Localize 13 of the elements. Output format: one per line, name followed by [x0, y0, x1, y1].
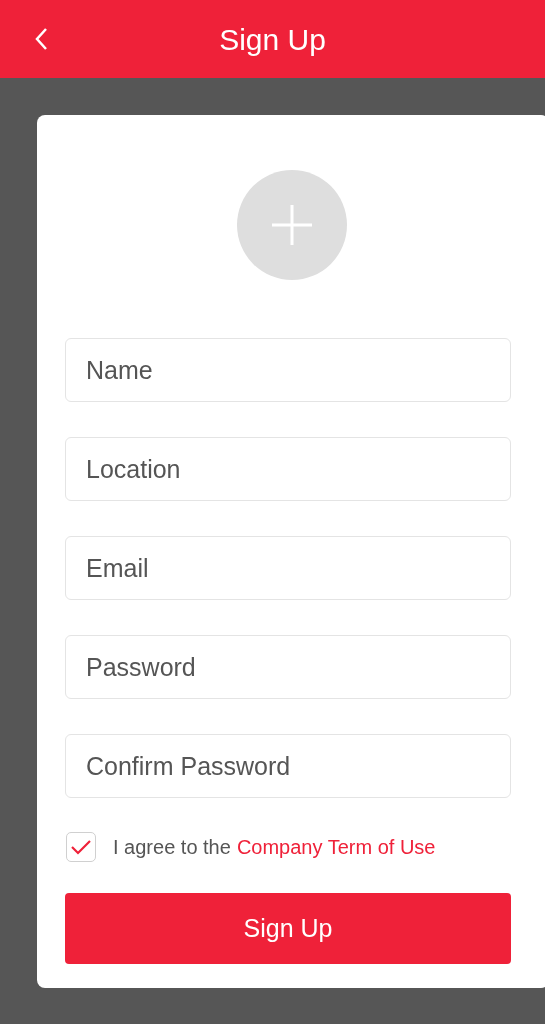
agree-checkbox[interactable]: [66, 832, 96, 862]
input-field[interactable]: Email: [65, 536, 511, 600]
input-field[interactable]: Name: [65, 338, 511, 402]
input-field[interactable]: Password: [65, 635, 511, 699]
plus-icon: [272, 205, 312, 245]
page-title: Sign Up: [219, 21, 326, 58]
sign-up-button[interactable]: Sign Up: [65, 893, 511, 964]
back-icon: [34, 27, 48, 51]
agreement-text: I agree to the: [113, 835, 231, 860]
input-field[interactable]: Confirm Password: [65, 734, 511, 798]
check-icon: [71, 839, 91, 855]
input-field[interactable]: Location: [65, 437, 511, 501]
terms-link[interactable]: Company Term of Use: [236, 832, 436, 862]
